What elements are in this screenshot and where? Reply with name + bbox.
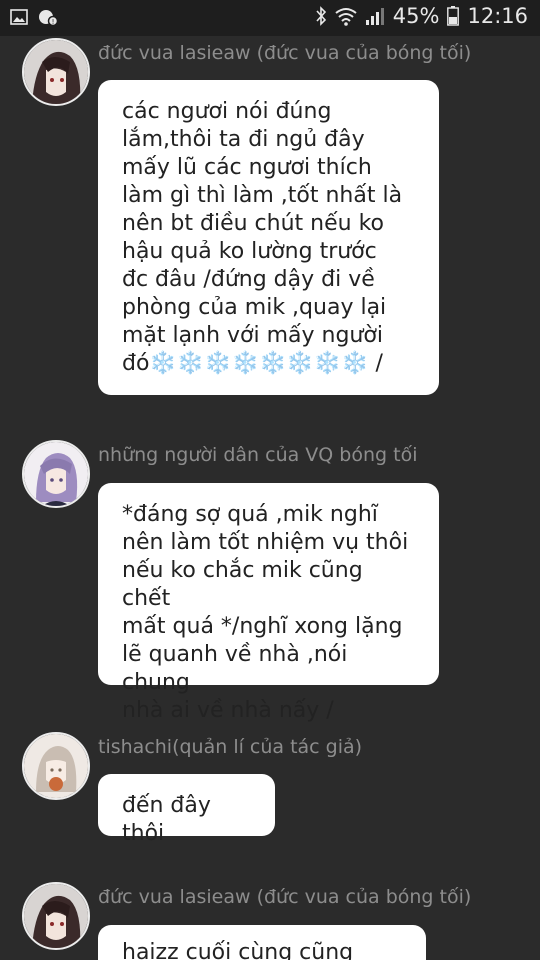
svg-text:!: !	[52, 18, 55, 26]
username: tishachi(quản lí của tác giả)	[98, 736, 363, 758]
status-bar-left: !	[10, 8, 58, 26]
image-icon	[10, 9, 28, 25]
battery-percent: 45%	[392, 4, 440, 28]
message-bubble[interactable]: *đáng sợ quá ,mik nghĩ nên làm tốt nhiệm…	[98, 483, 439, 723]
avatar[interactable]	[22, 440, 90, 508]
username: đức vua lasieaw (đức vua của bóng tối)	[98, 886, 472, 908]
battery-icon	[447, 6, 460, 26]
notification-badge-icon: !	[38, 8, 58, 26]
wifi-icon	[335, 6, 357, 26]
avatar[interactable]	[22, 732, 90, 800]
signal-icon	[365, 6, 385, 26]
username: đức vua lasieaw (đức vua của bóng tối)	[98, 42, 472, 64]
clock: 12:16	[467, 4, 528, 28]
status-bar-right: 45% 12:16	[315, 4, 528, 28]
avatar[interactable]	[22, 38, 90, 106]
username: những người dân của VQ bóng tối	[98, 444, 418, 466]
message-bubble[interactable]: đến đây thôi	[98, 774, 275, 846]
message-bubble[interactable]: haizz cuối cùng cũng xong	[98, 925, 426, 960]
bluetooth-icon	[315, 6, 327, 26]
avatar[interactable]	[22, 882, 90, 950]
message-bubble[interactable]: các ngươi nói đúng lắm,thôi ta đi ngủ đâ…	[98, 80, 439, 395]
status-bar: ! 45% 12:16	[0, 0, 540, 36]
chat-thread[interactable]: đức vua lasieaw (đức vua của bóng tối) c…	[0, 36, 540, 960]
